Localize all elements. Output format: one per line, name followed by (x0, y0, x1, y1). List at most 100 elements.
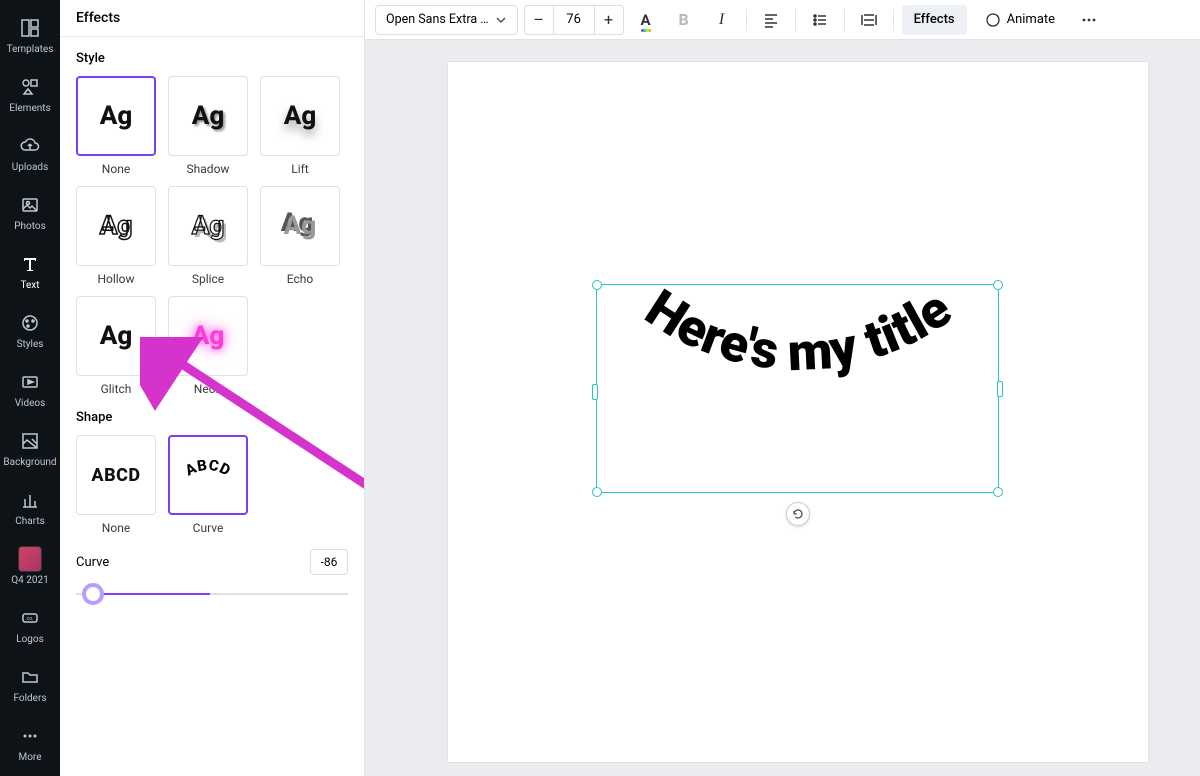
main-area: Open Sans Extra … – 76 + A B I Effects A… (365, 0, 1200, 776)
style-tile-label: Neon (194, 382, 222, 396)
rail-videos[interactable]: Videos (0, 360, 60, 419)
resize-handle-tr[interactable] (993, 280, 1003, 290)
uploads-icon (18, 134, 42, 158)
style-tile-shadow[interactable]: Ag Shadow (168, 76, 248, 176)
style-tile-neon[interactable]: Ag Neon (168, 296, 248, 396)
curved-text[interactable]: Here's my title (597, 285, 1000, 494)
style-tile-echo[interactable]: AgEcho (260, 186, 340, 286)
style-tile-none[interactable]: AgNone (76, 76, 156, 176)
rail-uploads[interactable]: Uploads (0, 124, 60, 183)
rail-charts[interactable]: Charts (0, 478, 60, 537)
slider-knob[interactable] (82, 583, 104, 605)
text-color-button[interactable]: A (630, 5, 662, 35)
rail-label: Styles (17, 339, 44, 350)
shape-thumb: ABCD (168, 435, 248, 515)
bold-button[interactable]: B (668, 5, 700, 35)
shape-tiles: ABCD None ABCDCurve (76, 435, 348, 535)
style-thumb: Ag (76, 296, 156, 376)
style-tile-splice[interactable]: Ag Splice (168, 186, 248, 286)
panel-body: Style AgNoneAgShadowAgLiftAgHollowAgSpli… (60, 37, 364, 623)
rail-more[interactable]: More (0, 714, 60, 773)
rail-elements[interactable]: Elements (0, 65, 60, 124)
shape-tile-curve[interactable]: ABCDCurve (168, 435, 248, 535)
style-thumb: Ag (76, 186, 156, 266)
rail-background[interactable]: Background (0, 419, 60, 478)
rail-templates[interactable]: Templates (0, 6, 60, 65)
svg-text:co.: co. (27, 616, 34, 622)
rotate-icon (791, 507, 805, 521)
logos-icon: co. (18, 606, 42, 630)
rail-label: More (18, 752, 41, 763)
text-icon (18, 252, 42, 276)
style-tile-hollow[interactable]: AgHollow (76, 186, 156, 286)
left-nav-rail: Templates Elements Uploads Photos Text S… (0, 0, 60, 776)
style-thumb: Ag (168, 186, 248, 266)
separator (893, 9, 894, 31)
font-family-select[interactable]: Open Sans Extra … (375, 5, 518, 35)
rail-label: Videos (15, 398, 46, 409)
more-icon (18, 724, 42, 748)
font-size-value[interactable]: 76 (553, 6, 595, 34)
curve-label: Curve (76, 555, 109, 570)
chevron-down-icon (495, 14, 507, 26)
list-button[interactable] (804, 5, 836, 35)
panel-title: Effects (60, 0, 364, 37)
more-options-button[interactable] (1073, 5, 1105, 35)
rail-photos[interactable]: Photos (0, 183, 60, 242)
resize-handle-bl[interactable] (592, 487, 602, 497)
font-size-increase[interactable]: + (595, 6, 623, 34)
rail-label: Q4 2021 (11, 575, 48, 586)
rail-text[interactable]: Text (0, 242, 60, 301)
style-tiles: AgNoneAgShadowAgLiftAgHollowAgSpliceAgEc… (76, 76, 348, 396)
animate-button[interactable]: Animate (973, 5, 1067, 35)
style-tile-glitch[interactable]: AgGlitch (76, 296, 156, 396)
rail-logos[interactable]: co. Logos (0, 596, 60, 655)
alignment-button[interactable] (755, 5, 787, 35)
rail-folders[interactable]: Folders (0, 655, 60, 714)
avatar-icon (18, 547, 42, 571)
curve-value-field[interactable]: -86 (310, 549, 348, 575)
effects-button[interactable]: Effects (902, 5, 967, 35)
folders-icon (18, 665, 42, 689)
spacing-button[interactable] (853, 5, 885, 35)
rail-label: Charts (15, 516, 45, 527)
separator (795, 9, 796, 31)
rail-label: Elements (9, 103, 50, 114)
style-thumb: Ag (260, 186, 340, 266)
effects-panel: Effects Style AgNoneAgShadowAgLiftAgHoll… (60, 0, 365, 776)
rail-q4-2021[interactable]: Q4 2021 (0, 537, 60, 596)
shape-tile-none[interactable]: ABCD None (76, 435, 156, 535)
style-thumb: Ag (168, 76, 248, 156)
videos-icon (18, 370, 42, 394)
style-thumb: Ag (168, 296, 248, 376)
canvas-page[interactable]: Here's my title (448, 62, 1148, 762)
text-color-a-icon: A (641, 11, 651, 29)
style-tile-label: Splice (192, 272, 224, 286)
font-size-decrease[interactable]: – (525, 6, 553, 34)
curve-slider[interactable] (76, 581, 348, 609)
resize-handle-mr[interactable] (997, 381, 1003, 397)
italic-button[interactable]: I (706, 5, 738, 35)
slider-fill (90, 593, 210, 595)
background-icon (18, 429, 42, 453)
rotate-handle[interactable] (786, 502, 810, 526)
rail-label: Uploads (12, 162, 48, 173)
shape-thumb: ABCD (76, 435, 156, 515)
resize-handle-ml[interactable] (592, 384, 598, 400)
shape-tile-label: None (102, 521, 130, 535)
canvas-stage[interactable]: Here's my title (365, 40, 1200, 776)
style-thumb: Ag (76, 76, 156, 156)
style-section-title: Style (76, 51, 348, 66)
style-tile-label: Shadow (187, 162, 230, 176)
photos-icon (18, 193, 42, 217)
text-selection-box[interactable]: Here's my title (596, 284, 999, 493)
text-toolbar: Open Sans Extra … – 76 + A B I Effects A… (365, 0, 1200, 40)
font-size-group: – 76 + (524, 5, 624, 35)
rail-label: Text (20, 280, 39, 291)
styles-icon (18, 311, 42, 335)
charts-icon (18, 488, 42, 512)
rail-styles[interactable]: Styles (0, 301, 60, 360)
style-tile-lift[interactable]: AgLift (260, 76, 340, 176)
resize-handle-br[interactable] (993, 487, 1003, 497)
resize-handle-tl[interactable] (592, 280, 602, 290)
